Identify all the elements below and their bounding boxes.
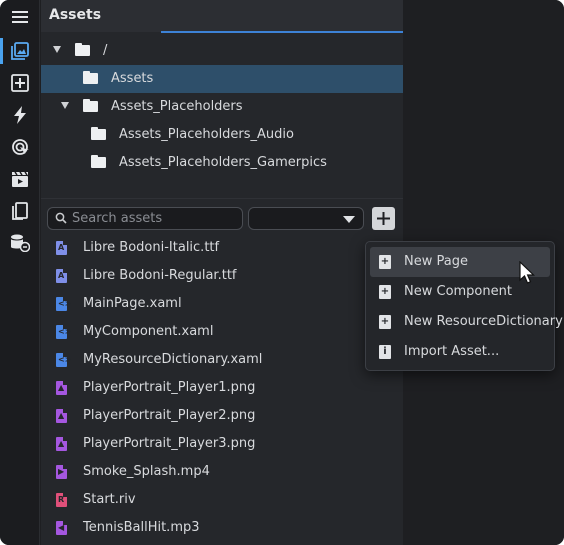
menu-icon-glyph: +: [380, 316, 390, 327]
image-file-icon: ▲: [56, 381, 67, 395]
plus-icon: [377, 212, 390, 225]
pages-icon[interactable]: [8, 199, 32, 223]
tree-item-label: Assets: [111, 71, 154, 86]
menu-icon-glyph: +: [380, 286, 390, 297]
menu-icon-glyph: i: [383, 346, 387, 357]
file-name: Libre Bodoni-Regular.ttf: [83, 268, 237, 283]
file-name: PlayerPortrait_Player2.png: [83, 408, 256, 423]
panel-header: Assets: [41, 0, 403, 33]
tree-item-label: Assets_Placeholders_Gamerpics: [119, 155, 327, 170]
import-asset-icon: i: [379, 345, 391, 359]
file-item[interactable]: ▶ Smoke_Splash.mp4: [41, 458, 403, 486]
file-item[interactable]: ▲ PlayerPortrait_Player3.png: [41, 430, 403, 458]
panel-divider: [41, 198, 403, 199]
add-asset-button[interactable]: [372, 207, 395, 230]
app-window: Assets / Assets Assets_Placeholders Asse…: [0, 0, 564, 545]
target-icon[interactable]: [8, 135, 32, 159]
file-item[interactable]: ▲ PlayerPortrait_Player2.png: [41, 402, 403, 430]
image-file-icon: ▲: [56, 437, 67, 451]
file-name: Libre Bodoni-Italic.ttf: [83, 240, 220, 255]
file-glyph: <>: [58, 299, 72, 308]
folder-icon: [91, 155, 106, 168]
tree-item-root[interactable]: /: [41, 37, 403, 65]
file-item[interactable]: ◀ TennisBallHit.mp3: [41, 514, 403, 542]
file-glyph: ▶: [58, 467, 65, 476]
file-glyph: ▲: [58, 439, 65, 448]
new-resource-dictionary-icon: +: [379, 315, 391, 329]
file-item[interactable]: <> MainPage.xaml: [41, 290, 403, 318]
file-glyph: A: [58, 271, 65, 280]
active-indicator: [0, 38, 3, 64]
file-glyph: ◀: [58, 523, 65, 532]
add-box-icon[interactable]: [8, 71, 32, 95]
mouse-cursor-icon: [519, 260, 535, 289]
file-glyph: ▲: [58, 383, 65, 392]
assets-panel: Assets / Assets Assets_Placeholders Asse…: [41, 0, 403, 545]
database-link-icon[interactable]: [8, 231, 32, 255]
expand-caret-icon[interactable]: [53, 46, 61, 53]
tree-item-label: Assets_Placeholders_Audio: [119, 127, 294, 142]
file-glyph: <>: [58, 327, 72, 336]
folder-icon: [83, 71, 98, 84]
file-item[interactable]: A Libre Bodoni-Regular.ttf: [41, 262, 403, 290]
xaml-file-icon: <>: [56, 297, 71, 311]
activity-bar: [0, 0, 40, 545]
tree-item-assets-placeholders[interactable]: Assets_Placeholders: [41, 93, 403, 121]
file-glyph: ▲: [58, 411, 65, 420]
file-glyph: R: [58, 495, 65, 504]
menu-item-new-resource-dictionary[interactable]: + New ResourceDictionary: [370, 307, 563, 337]
tree-item-label: /: [103, 43, 108, 58]
menu-item-import-asset[interactable]: i Import Asset...: [370, 337, 550, 367]
file-name: Smoke_Splash.mp4: [83, 464, 210, 479]
folder-icon: [75, 43, 90, 56]
file-name: Start.riv: [83, 492, 136, 507]
file-name: PlayerPortrait_Player3.png: [83, 436, 256, 451]
search-input[interactable]: [72, 210, 237, 227]
file-name: MainPage.xaml: [83, 296, 182, 311]
search-box[interactable]: [47, 207, 243, 230]
type-filter-dropdown[interactable]: [248, 207, 364, 230]
menu-item-label: New Component: [404, 284, 512, 299]
file-item[interactable]: A Libre Bodoni-Italic.ttf: [41, 234, 403, 262]
audio-file-icon: ◀: [56, 521, 67, 535]
tree-item-assets[interactable]: Assets: [41, 65, 403, 93]
menu-item-label: Import Asset...: [404, 344, 500, 359]
lightning-icon[interactable]: [8, 103, 32, 127]
menu-item-label: New ResourceDictionary: [404, 314, 563, 329]
tree-item-label: Assets_Placeholders: [111, 99, 243, 114]
xaml-file-icon: <>: [56, 353, 71, 367]
font-file-icon: A: [56, 241, 67, 255]
font-file-icon: A: [56, 269, 67, 283]
file-glyph: <>: [58, 355, 72, 364]
search-icon: [55, 212, 67, 228]
xaml-file-icon: <>: [56, 325, 71, 339]
new-component-icon: +: [379, 285, 391, 299]
file-name: TennisBallHit.mp3: [83, 520, 200, 535]
clapperboard-icon[interactable]: [8, 167, 32, 191]
panel-title: Assets: [49, 7, 102, 23]
expand-caret-icon[interactable]: [61, 102, 69, 109]
folder-icon: [83, 99, 98, 112]
menu-item-label: New Page: [404, 254, 468, 269]
file-item[interactable]: R Start.riv: [41, 486, 403, 514]
chevron-down-icon: [343, 216, 355, 223]
file-item[interactable]: <> MyComponent.xaml: [41, 318, 403, 346]
video-file-icon: ▶: [56, 465, 67, 479]
menu-icon-glyph: +: [380, 256, 390, 267]
image-file-icon: ▲: [56, 409, 67, 423]
hamburger-menu-icon[interactable]: [8, 5, 32, 29]
new-page-icon: +: [379, 255, 391, 269]
rive-file-icon: R: [56, 493, 67, 507]
folder-icon: [91, 127, 106, 140]
file-glyph: A: [58, 243, 65, 252]
file-item[interactable]: <> MyResourceDictionary.xaml: [41, 346, 403, 374]
file-name: MyResourceDictionary.xaml: [83, 352, 263, 367]
file-name: MyComponent.xaml: [83, 324, 214, 339]
file-name: PlayerPortrait_Player1.png: [83, 380, 256, 395]
assets-icon[interactable]: [8, 39, 32, 63]
file-item[interactable]: ▲ PlayerPortrait_Player1.png: [41, 374, 403, 402]
header-accent-line: [161, 31, 403, 33]
tree-item-placeholders-gamerpics[interactable]: Assets_Placeholders_Gamerpics: [41, 149, 403, 177]
tree-item-placeholders-audio[interactable]: Assets_Placeholders_Audio: [41, 121, 403, 149]
